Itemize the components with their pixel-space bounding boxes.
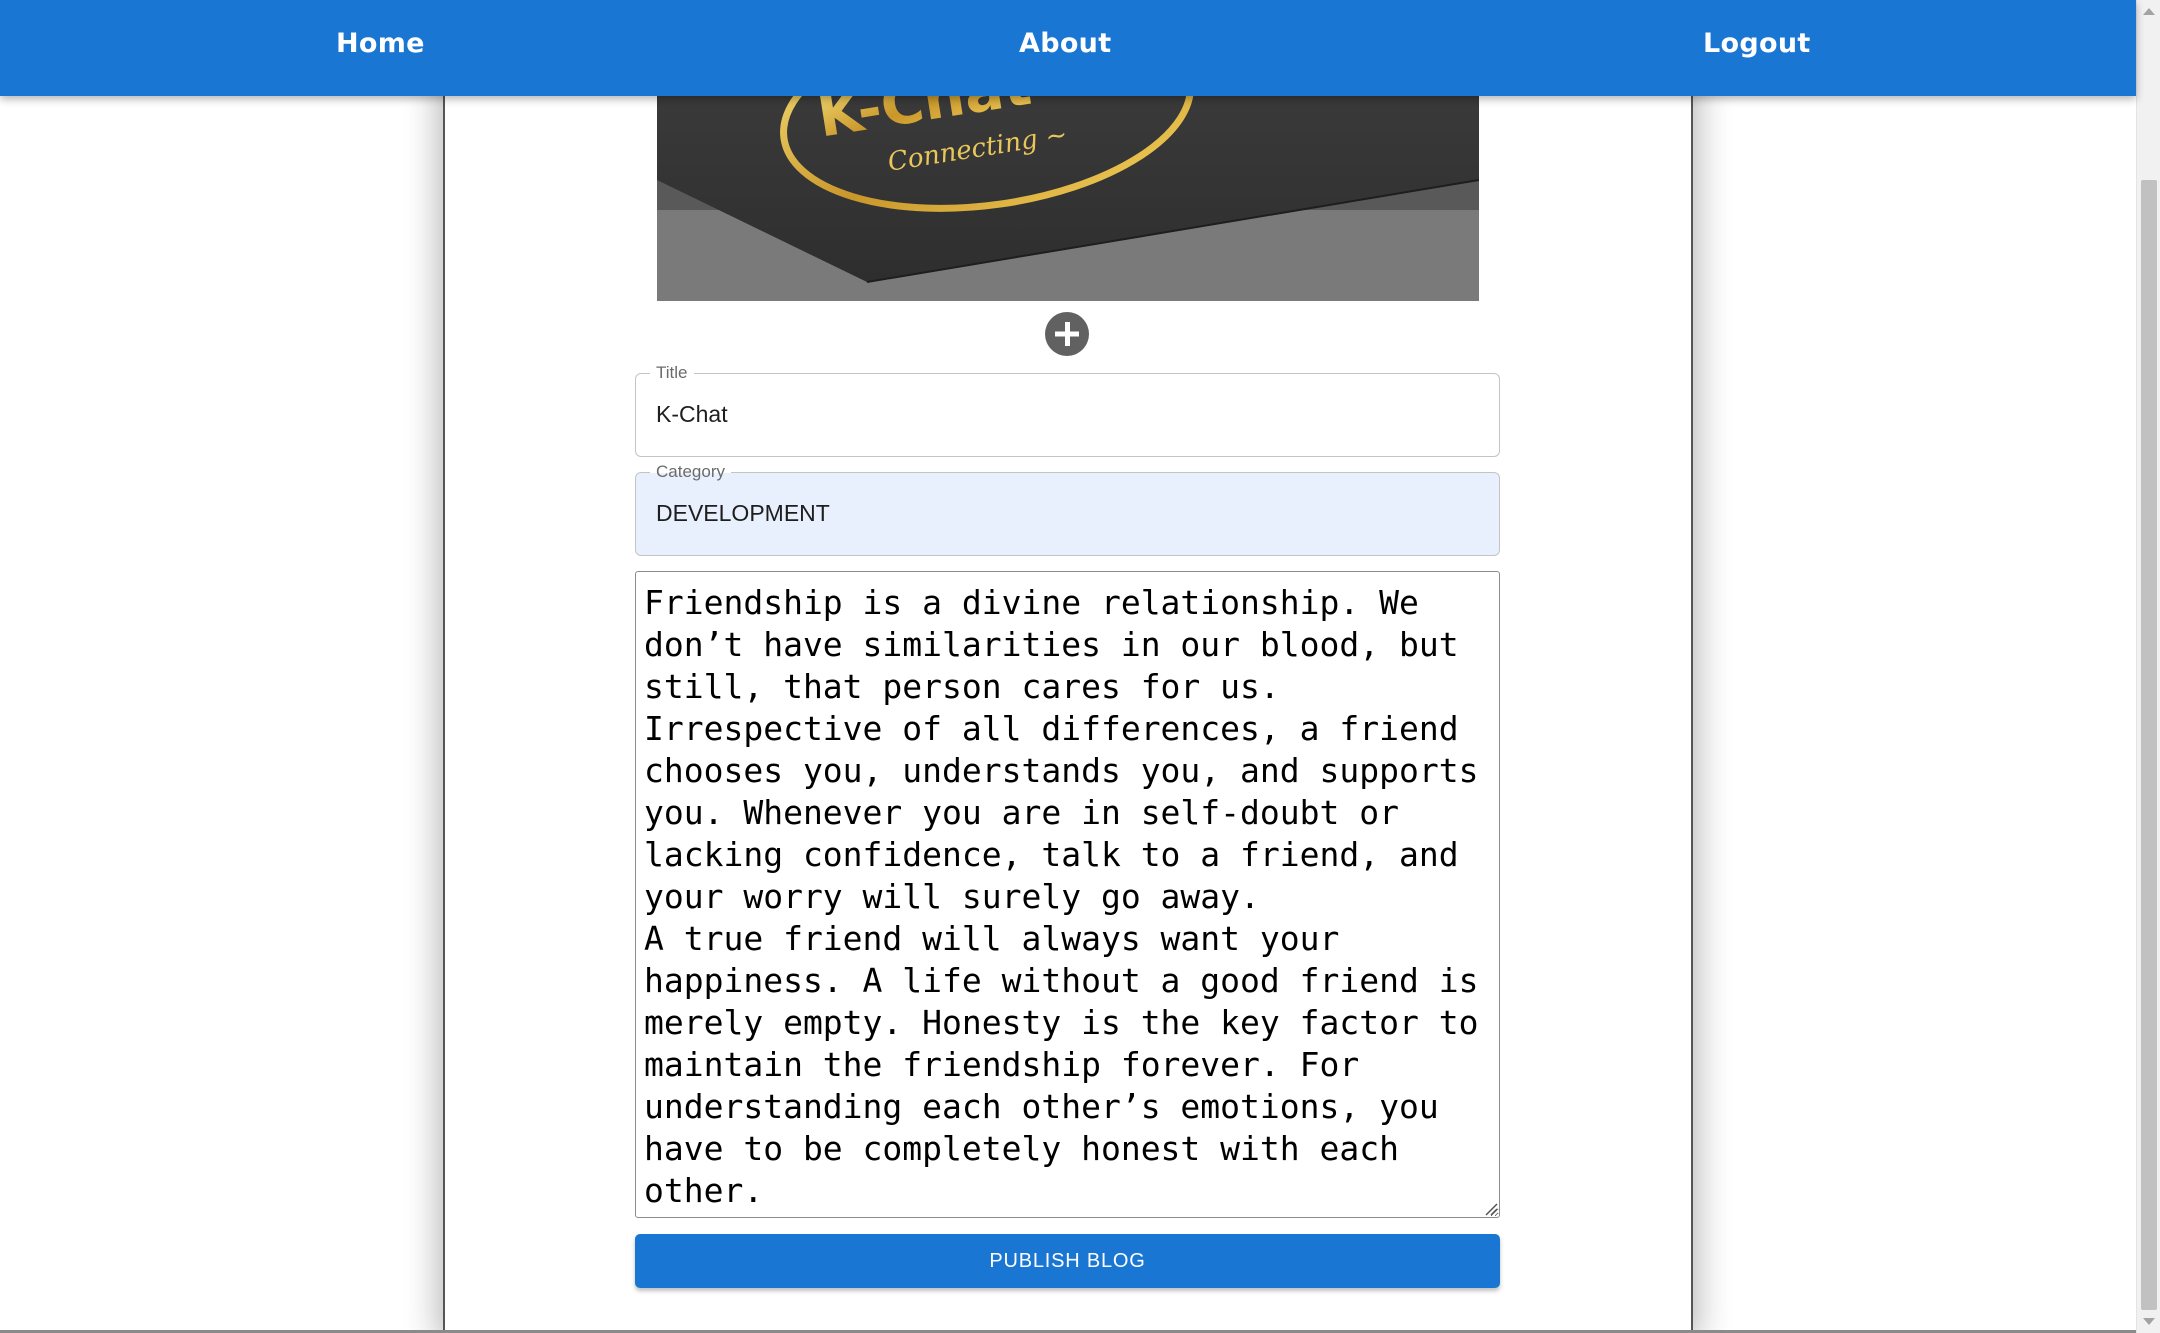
nav-logout-link[interactable]: Logout [1703,28,1811,59]
publish-blog-button[interactable]: PUBLISH BLOG [635,1234,1500,1288]
add-image-button[interactable] [1045,312,1089,356]
nav-about-link[interactable]: About [1019,28,1111,59]
scroll-up-icon[interactable] [2143,8,2155,15]
page: K-Chat Connecting ~ Home About Logout Ti… [0,0,2160,1333]
category-field[interactable]: Category DEVELOPMENT [635,462,1500,556]
title-field[interactable]: Title K-Chat [635,363,1500,457]
top-navbar: Home About Logout [0,0,2136,96]
vertical-scrollbar[interactable] [2136,0,2160,1333]
category-field-label: Category [650,462,731,482]
scroll-down-icon[interactable] [2143,1318,2155,1325]
cover-image: K-Chat Connecting ~ [657,60,1479,301]
blog-content-textarea[interactable]: Friendship is a divine relationship. We … [635,571,1500,1218]
title-field-label: Title [650,363,694,383]
scrollbar-thumb[interactable] [2141,180,2157,1310]
title-field-value[interactable]: K-Chat [656,401,728,428]
category-field-value[interactable]: DEVELOPMENT [656,500,830,527]
plus-circle-icon [1055,322,1079,346]
resize-grip-icon[interactable] [1484,1202,1498,1216]
nav-home-link[interactable]: Home [336,28,425,59]
